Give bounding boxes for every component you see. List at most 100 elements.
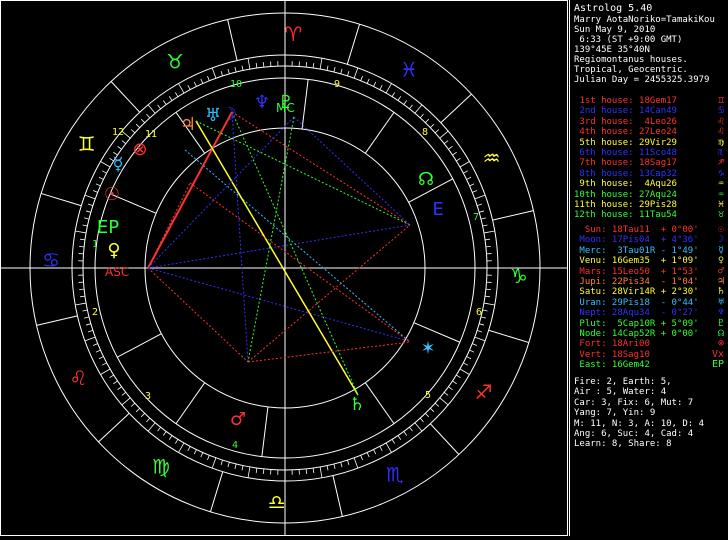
degree-tick xyxy=(354,458,358,468)
degree-tick xyxy=(207,455,209,460)
aspect-line xyxy=(148,117,294,268)
degree-tick xyxy=(221,71,223,76)
degree-tick xyxy=(85,337,95,341)
degree-tick xyxy=(327,466,328,471)
degree-tick xyxy=(306,62,307,67)
house-row-icon: ♐ xyxy=(718,158,724,168)
degree-tick xyxy=(374,82,376,86)
planet-glyph-icon: ✶ xyxy=(420,338,435,359)
aspect-line xyxy=(148,268,248,362)
degree-tick xyxy=(86,324,91,325)
degree-tick xyxy=(448,387,452,390)
zodiac-sign-icon: ♐ xyxy=(474,380,492,404)
planet-glyph-icon: ♅ xyxy=(205,105,221,126)
degree-tick xyxy=(452,152,456,155)
degree-tick xyxy=(444,392,448,395)
degree-tick xyxy=(228,462,229,467)
degree-tick xyxy=(228,69,229,74)
degree-tick xyxy=(334,464,335,469)
degree-tick xyxy=(84,317,89,318)
summary-line: Yang: 7, Yin: 9 xyxy=(574,408,655,418)
degree-tick xyxy=(435,403,439,406)
degree-tick xyxy=(420,114,423,118)
degree-tick xyxy=(483,225,488,226)
chart-time: 6:33 (ST +9:00 GMT) xyxy=(574,35,682,45)
degree-tick xyxy=(248,467,250,478)
degree-tick xyxy=(477,204,482,206)
degree-tick xyxy=(146,418,149,422)
degree-tick xyxy=(435,129,439,132)
degree-tick xyxy=(485,296,490,297)
house-system: Regiomontanus houses. xyxy=(574,55,688,65)
house-number: 1 xyxy=(92,239,98,250)
degree-tick xyxy=(341,69,342,74)
degree-tick xyxy=(148,423,155,431)
degree-tick xyxy=(320,467,322,478)
planet-glyph-icon: ♂ xyxy=(230,409,246,430)
house-cusp xyxy=(176,383,205,424)
zodiac-sign-icon: ♓ xyxy=(400,58,418,82)
sign-divider xyxy=(347,24,359,64)
zodiac-type: Tropical, Geocentric. xyxy=(574,65,688,75)
aspect-line xyxy=(248,117,294,362)
degree-tick xyxy=(386,443,392,453)
degree-tick xyxy=(84,218,89,219)
degree-tick xyxy=(235,67,236,72)
degree-tick xyxy=(141,119,144,123)
degree-tick xyxy=(425,413,428,417)
degree-tick xyxy=(440,398,448,405)
house-row-icon: ♋ xyxy=(718,106,724,116)
degree-tick xyxy=(122,392,126,395)
degree-tick xyxy=(163,431,166,435)
house-cusp xyxy=(262,407,268,457)
degree-tick xyxy=(448,146,452,149)
degree-tick xyxy=(341,462,342,467)
degree-tick xyxy=(158,105,161,109)
degree-tick xyxy=(96,350,101,352)
sign-divider xyxy=(41,193,81,205)
degree-tick xyxy=(467,357,471,359)
degree-tick xyxy=(452,381,456,384)
zodiac-sign-icon: ♌ xyxy=(69,366,87,390)
aspect-line xyxy=(196,121,410,225)
degree-tick xyxy=(460,162,470,168)
degree-tick xyxy=(444,141,448,144)
house-row: 11th house: 29Pis28 xyxy=(574,200,677,210)
degree-tick xyxy=(470,184,475,186)
planet-row: Satu: 28Vir14R + 2°30' xyxy=(574,287,699,297)
sign-divider xyxy=(99,413,130,442)
aspect-line xyxy=(232,112,248,362)
degree-tick xyxy=(320,58,322,69)
degree-tick xyxy=(347,71,349,76)
degree-tick xyxy=(242,466,243,471)
house-row: 8th house: 13Cap32 xyxy=(574,169,677,179)
house-row: 4th house: 27Leo24 xyxy=(574,127,677,137)
degree-tick xyxy=(409,427,412,431)
house-number: 7 xyxy=(473,212,479,223)
degree-tick xyxy=(86,211,91,212)
degree-tick xyxy=(179,443,185,453)
house-number: 9 xyxy=(334,79,340,90)
planet-glyph-icon: ⊗ xyxy=(132,139,147,160)
degree-tick xyxy=(334,67,335,72)
sign-divider xyxy=(441,94,472,123)
house-cusp xyxy=(365,383,394,424)
planet-glyph-icon: ♄ xyxy=(349,394,365,415)
planet-row-icon: EP xyxy=(712,360,724,370)
degree-tick xyxy=(109,375,113,378)
planet-row-icon: ⊗ xyxy=(718,339,724,349)
house-number: 10 xyxy=(230,79,242,90)
house-row-icon: ♉ xyxy=(718,210,724,220)
sign-divider xyxy=(228,20,237,61)
zodiac-sign-icon: ♊ xyxy=(78,132,96,156)
degree-tick xyxy=(179,84,185,94)
degree-tick xyxy=(212,458,216,468)
degree-tick xyxy=(212,68,216,78)
degree-tick xyxy=(102,363,106,365)
degree-tick xyxy=(460,369,470,375)
degree-tick xyxy=(221,460,223,465)
degree-tick xyxy=(485,239,490,240)
planet-row: Plut: 5Cap10R + 5°09' xyxy=(574,319,699,329)
house-number: 12 xyxy=(112,127,124,138)
degree-tick xyxy=(386,84,392,94)
